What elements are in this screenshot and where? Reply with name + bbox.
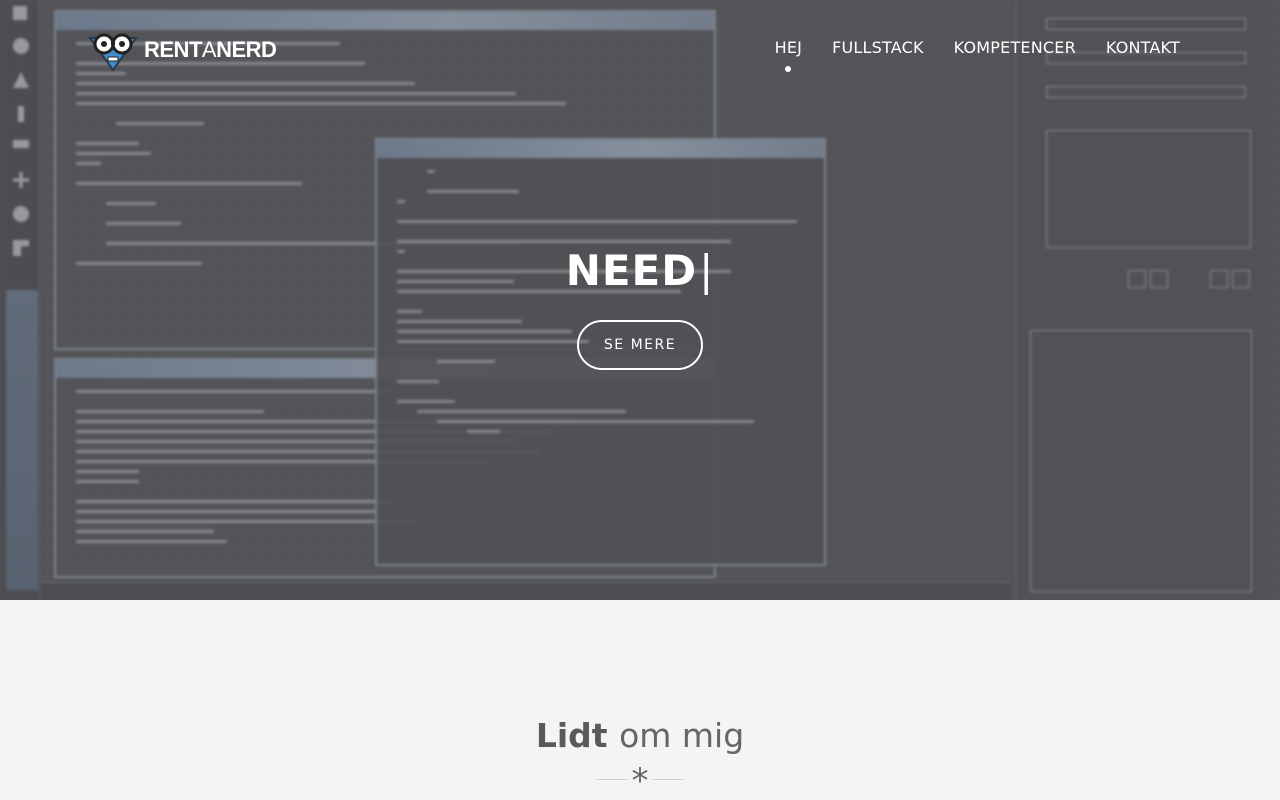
brand-name-part2: A bbox=[201, 37, 217, 62]
asterisk-icon: * bbox=[631, 761, 649, 800]
nav-item-kompetencer[interactable]: KOMPETENCER bbox=[954, 38, 1076, 57]
brand-name-part1: RENT bbox=[144, 37, 202, 62]
se-mere-button[interactable]: SE MERE bbox=[577, 320, 703, 370]
about-heading-light: om mig bbox=[619, 716, 745, 755]
divider-line-right bbox=[652, 779, 684, 780]
nerd-face-icon bbox=[86, 30, 140, 72]
hero-section: RENTANERD HEJ FULLSTACK KOMPETENCER KONT… bbox=[0, 0, 1280, 600]
hero-title-text: NEED bbox=[565, 246, 698, 295]
main-navigation: HEJ FULLSTACK KOMPETENCER KONTAKT bbox=[775, 38, 1180, 57]
hero-title: NEED| bbox=[0, 246, 1280, 295]
typing-cursor: | bbox=[699, 246, 715, 295]
brand-wordmark: RENTANERD bbox=[144, 37, 277, 63]
nav-item-hej[interactable]: HEJ bbox=[775, 38, 802, 57]
about-heading-bold: Lidt bbox=[535, 716, 608, 755]
brand-logo[interactable]: RENTANERD bbox=[86, 30, 277, 72]
nav-item-kontakt[interactable]: KONTAKT bbox=[1106, 38, 1180, 57]
divider-line-left bbox=[596, 779, 628, 780]
brand-name-part3: NERD bbox=[216, 37, 277, 62]
about-heading: Lidt om mig bbox=[0, 716, 1280, 755]
nav-item-fullstack[interactable]: FULLSTACK bbox=[832, 38, 924, 57]
section-divider: * bbox=[596, 764, 684, 798]
